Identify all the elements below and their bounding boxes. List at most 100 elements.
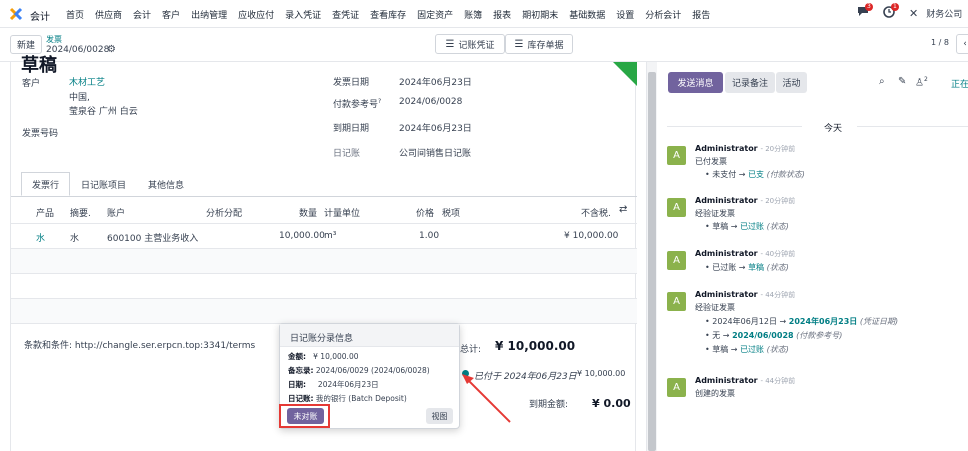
stock-document-button[interactable]: ☰ 库存单据	[505, 34, 573, 54]
message-body: 经验证发票	[695, 303, 735, 312]
menu-item[interactable]: 设置	[616, 8, 634, 21]
col-taxes[interactable]: 税项	[442, 206, 460, 219]
annotation-highlight-box	[279, 404, 330, 428]
tab-other-info[interactable]: 其他信息	[137, 172, 195, 196]
line-product[interactable]: 水	[36, 231, 45, 244]
col-account[interactable]: 账户	[107, 206, 125, 219]
line-price[interactable]: 1.00	[419, 231, 439, 241]
avatar[interactable]: A	[667, 292, 686, 311]
line-uom[interactable]: m³	[324, 231, 336, 241]
scrollbar[interactable]	[647, 62, 657, 451]
pager-prev-button[interactable]: ‹	[956, 34, 968, 54]
tracking-change: • 草稿 → 已过账 (状态)	[705, 222, 789, 231]
company-switcher[interactable]: 财务公司	[926, 7, 962, 20]
empty-row	[11, 249, 637, 274]
menu-item[interactable]: 首页	[66, 8, 84, 21]
invoice-date-label: 发票日期	[333, 78, 370, 88]
pager-value[interactable]: 1 / 8	[931, 38, 949, 47]
paperclip-icon[interactable]: ✎	[898, 76, 906, 87]
menu-item[interactable]: 供应商	[95, 8, 122, 21]
avatar[interactable]: A	[667, 251, 686, 270]
column-settings-icon[interactable]: ⇄	[619, 204, 627, 215]
menu-item[interactable]: 应收应付	[238, 8, 274, 21]
tab-journal-items[interactable]: 日记账项目	[70, 172, 137, 196]
menu-item[interactable]: 查凭证	[332, 8, 359, 21]
app-logo-icon[interactable]	[9, 7, 23, 21]
empty-row	[11, 299, 637, 324]
gear-icon[interactable]: ⚙	[107, 44, 116, 55]
col-desc[interactable]: 摘要.	[70, 206, 91, 219]
customer-address-line2: 莹泉谷 广州 白云	[69, 107, 138, 117]
tracking-change: • 2024年06月12日 → 2024年06月23日 (凭证日期)	[705, 317, 899, 326]
journal-voucher-button[interactable]: ☰ 记账凭证	[435, 34, 505, 54]
menu-item[interactable]: 基础数据	[569, 8, 605, 21]
menu-item[interactable]: 分析会计	[645, 8, 681, 21]
due-date-value[interactable]: 2024年06月23日	[399, 121, 472, 134]
tracking-change: • 未支付 → 已支 (付款状态)	[705, 170, 805, 179]
chatter-panel: 发送消息 记录备注 活动 ⌕ ✎ ♙2 正在 今天 A Administrato…	[646, 62, 968, 451]
line-desc[interactable]: 水	[70, 231, 79, 244]
breadcrumb[interactable]: 发票	[46, 34, 62, 45]
avatar[interactable]: A	[667, 378, 686, 397]
total-amount: ¥ 10,000.00	[495, 339, 576, 353]
menu-item[interactable]: 录入凭证	[285, 8, 321, 21]
followers-icon[interactable]: ♙2	[915, 76, 928, 88]
clock-icon[interactable]: 1	[883, 3, 903, 20]
menu-item[interactable]: 客户	[162, 8, 180, 21]
amount-due-value: ¥ 0.00	[592, 397, 631, 410]
amount-due-label: 到期金额:	[529, 400, 569, 410]
col-analytic[interactable]: 分析分配	[206, 206, 242, 219]
avatar[interactable]: A	[667, 198, 686, 217]
avatar[interactable]: A	[667, 146, 686, 165]
customer-name[interactable]: 木材工艺	[69, 75, 105, 88]
status-ribbon	[613, 62, 637, 86]
menu-item[interactable]: 账簿	[464, 8, 482, 21]
payment-ref-value[interactable]: 2024/06/0028	[399, 97, 462, 107]
menu-item[interactable]: 查看库存	[370, 8, 406, 21]
menu-item[interactable]: 期初期末	[522, 8, 558, 21]
invoice-date-value[interactable]: 2024年06月23日	[399, 75, 472, 88]
line-qty[interactable]: 10,000.00	[279, 231, 325, 241]
log-note-button[interactable]: 记录备注	[725, 72, 775, 93]
activity-button[interactable]: 活动	[776, 72, 807, 93]
menu-item[interactable]: 报告	[692, 8, 710, 21]
popover-title: 日记账分录信息	[280, 324, 459, 347]
col-product[interactable]: 产品	[36, 206, 54, 219]
tracking-change: • 无 → 2024/06/0028 (付款参考号)	[705, 331, 843, 340]
popover-memo: 备忘录: 2024/06/0029 (2024/06/0028)	[288, 366, 430, 375]
send-message-button[interactable]: 发送消息	[668, 72, 723, 93]
scrollbar-thumb[interactable]	[648, 72, 656, 451]
lines-table-header: 产品 摘要. 账户 分析分配 数量 计量单位 价格 税项 不含税. ⇄	[11, 199, 637, 224]
date-divider-right	[857, 126, 968, 127]
payment-ref-label: 付款参考号?	[333, 98, 382, 110]
message-body: 经验证发票	[695, 209, 735, 218]
list-icon: ☰	[445, 38, 455, 50]
col-qty[interactable]: 数量	[299, 206, 317, 219]
col-uom[interactable]: 计量单位	[324, 206, 360, 219]
app-name[interactable]: 会计	[30, 8, 50, 23]
following-button[interactable]: 正在	[951, 77, 968, 90]
line-account[interactable]: 600100 主营业务收入	[107, 231, 198, 244]
col-price[interactable]: 价格	[416, 206, 434, 219]
search-icon[interactable]: ⌕	[879, 76, 885, 87]
journal-label: 日记账	[333, 149, 361, 159]
menu-item[interactable]: 会计	[133, 8, 151, 21]
menu-item[interactable]: 出纳管理	[191, 8, 227, 21]
tools-icon[interactable]: ✕	[909, 7, 918, 20]
invoice-number-label: 发票号码	[22, 129, 59, 139]
menu-item[interactable]: 固定资产	[417, 8, 453, 21]
message-author: Administrator - 44分钟前	[695, 376, 796, 385]
journal-value[interactable]: 公司间销售日记账	[399, 146, 471, 159]
col-subtotal[interactable]: 不含税.	[581, 206, 611, 219]
tab-invoice-lines[interactable]: 发票行	[21, 172, 71, 196]
chat-badge: 3	[865, 3, 873, 11]
top-navbar: 会计 首页 供应商 会计 客户 出纳管理 应收应付 录入凭证 查凭证 查看库存 …	[0, 0, 968, 28]
chat-icon[interactable]: 3	[857, 3, 875, 20]
main-menu: 首页 供应商 会计 客户 出纳管理 应收应付 录入凭证 查凭证 查看库存 固定资…	[66, 8, 721, 21]
date-divider-label: 今天	[824, 124, 843, 134]
view-button[interactable]: 视图	[426, 408, 453, 424]
menu-item[interactable]: 报表	[493, 8, 511, 21]
message-author: Administrator - 40分钟前	[695, 249, 796, 258]
table-row[interactable]: 水 水 600100 主营业务收入 10,000.00 m³ 1.00 ¥ 10…	[11, 224, 637, 249]
notebook-tabs: 发票行 日记账项目 其他信息	[21, 172, 195, 196]
